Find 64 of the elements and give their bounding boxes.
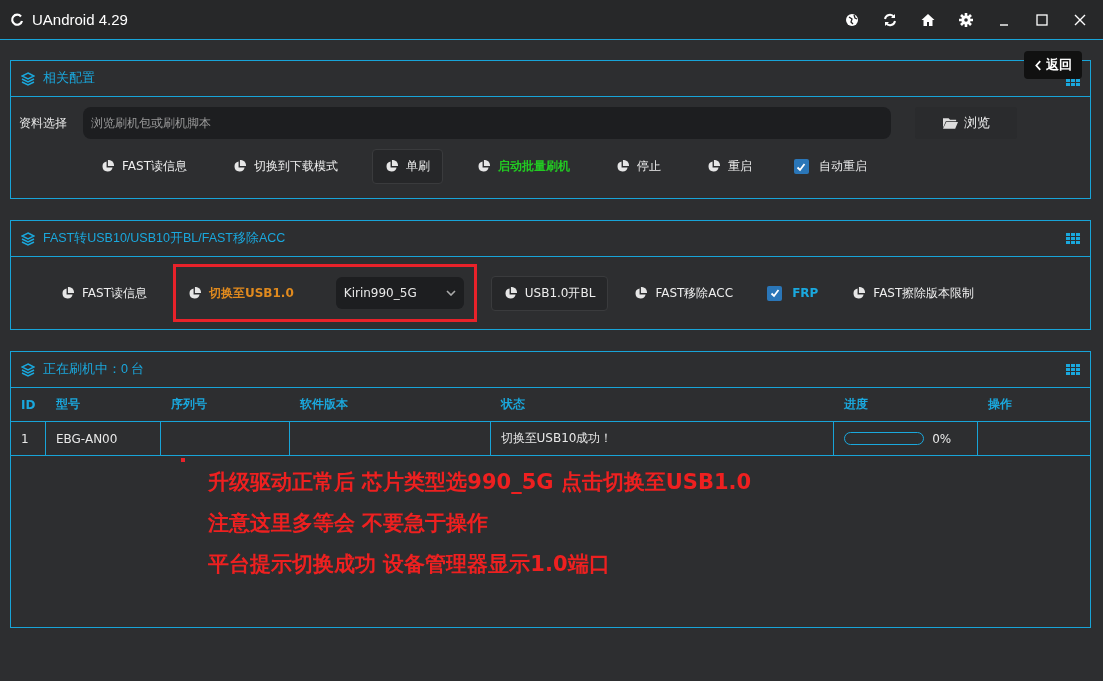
grid-icon[interactable] <box>1066 79 1080 86</box>
pie-chart-icon <box>476 160 490 173</box>
column-header: 进度 <box>843 396 870 413</box>
column-header: ID <box>20 396 37 414</box>
maximize-icon[interactable] <box>1035 12 1049 27</box>
home-icon[interactable] <box>921 12 935 27</box>
checkbox-option[interactable]: 自动重启 <box>785 158 875 175</box>
column-header: 序列号 <box>169 396 208 413</box>
action-button[interactable]: 切换至USB1.0 <box>175 276 306 310</box>
pie-chart-icon <box>706 160 720 173</box>
column-header: 状态 <box>499 396 526 413</box>
file-label: 资料选择 <box>19 114 68 132</box>
ring-logo-icon <box>10 12 24 27</box>
table-cell: EBG-AN00 <box>45 422 161 455</box>
table-cell: 1 <box>11 422 46 455</box>
layers-icon <box>21 71 35 86</box>
pie-chart-icon <box>61 286 74 300</box>
settings-icon[interactable] <box>959 12 973 27</box>
action-button[interactable]: FAST读信息 <box>49 276 159 310</box>
action-button[interactable]: FAST移除ACC <box>622 276 746 310</box>
action-button[interactable]: 停止 <box>603 150 673 183</box>
action-button[interactable]: USB1.0开BL <box>490 275 609 311</box>
close-icon[interactable] <box>1073 12 1087 27</box>
globe-icon[interactable] <box>845 12 859 27</box>
progress-reading: 0% <box>932 431 952 446</box>
chevron-left-icon <box>1034 59 1042 71</box>
annotation-text: 平台提示切换成功 设备管理器显示1.0端口 <box>208 551 611 578</box>
file-path-field[interactable]: 浏览刷机包或刷机脚本 <box>83 107 891 139</box>
table-cell: 切换至USB10成功！ <box>490 422 835 455</box>
annotation-text: 升级驱动正常后 芯片类型选990_5G 点击切换至USB1.0 <box>208 469 753 496</box>
grid-icon[interactable] <box>1066 233 1080 244</box>
action-button[interactable]: 启动批量刷机 <box>464 150 582 183</box>
layers-icon <box>21 362 35 377</box>
window-title: UAndroid 4.29 <box>32 11 128 28</box>
column-header: 操作 <box>987 396 1014 413</box>
caret-icon <box>445 290 456 296</box>
column-header: 软件版本 <box>298 396 349 413</box>
pie-chart-icon <box>101 160 114 173</box>
panel-title: FAST转USB10/USB10开BL/FAST移除ACC <box>43 230 286 247</box>
folder-icon <box>942 117 958 129</box>
annotation-text: 注意这里多等会 不要急于操作 <box>208 510 490 537</box>
pie-chart-icon <box>232 160 246 173</box>
layers-icon <box>21 231 35 246</box>
check-icon <box>768 287 781 299</box>
grid-icon[interactable] <box>1066 364 1080 375</box>
action-button[interactable]: FAST读信息 <box>89 150 199 183</box>
pie-chart-icon <box>384 160 398 173</box>
pie-chart-icon <box>615 160 629 173</box>
action-button[interactable]: 单刷 <box>371 149 443 184</box>
action-button[interactable]: 重启 <box>694 150 764 183</box>
column-header: 型号 <box>54 396 81 413</box>
checkbox-option[interactable]: FRP <box>759 285 827 301</box>
pie-chart-icon <box>634 286 648 300</box>
action-button[interactable]: FAST擦除版本限制 <box>840 276 987 310</box>
pie-chart-icon <box>852 286 866 300</box>
panel-title: 相关配置 <box>43 70 95 87</box>
pie-chart-icon <box>503 286 517 300</box>
panel-title: 正在刷机中：0 台 <box>43 361 145 378</box>
chip-dropdown[interactable]: Kirin990_5G <box>335 277 464 309</box>
refresh-icon[interactable] <box>883 12 897 27</box>
pie-chart-icon <box>187 286 201 300</box>
browse-button[interactable]: 浏览 <box>915 107 1017 139</box>
back-button[interactable]: 返回 <box>1024 51 1082 79</box>
action-button[interactable]: 切换到下载模式 <box>220 150 350 183</box>
